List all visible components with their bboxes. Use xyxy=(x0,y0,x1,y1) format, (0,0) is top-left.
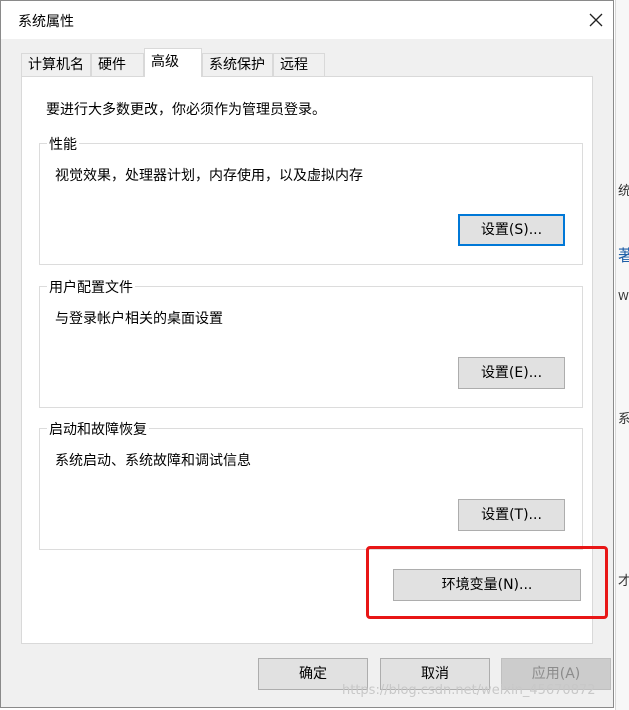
tab-hardware[interactable]: 硬件 xyxy=(91,53,144,76)
startup-recovery-description: 系统启动、系统故障和调试信息 xyxy=(55,453,251,469)
window-title: 系统属性 xyxy=(18,14,74,30)
performance-settings-button[interactable]: 设置(S)... xyxy=(458,214,565,246)
user-profiles-description: 与登录帐户相关的桌面设置 xyxy=(55,311,223,327)
background-text: 系 xyxy=(618,412,629,427)
watermark-text: https://blog.csdn.net/weixin_45670872 xyxy=(342,683,596,698)
highlight-annotation-box xyxy=(366,546,608,619)
title-bar: 系统属性 xyxy=(1,1,613,39)
tab-computer-name[interactable]: 计算机名 xyxy=(21,53,91,76)
system-properties-dialog: 系统属性 计算机名 硬件 高级 系统保护 远程 要进行大多数更改，你必须作为管理… xyxy=(0,0,614,708)
admin-notice: 要进行大多数更改，你必须作为管理员登录。 xyxy=(46,102,326,118)
close-icon xyxy=(589,13,603,27)
user-profiles-group-label: 用户配置文件 xyxy=(47,277,135,297)
startup-recovery-settings-button[interactable]: 设置(T)... xyxy=(458,499,565,531)
background-text: 著 xyxy=(618,246,629,265)
performance-group xyxy=(39,143,583,265)
close-button[interactable] xyxy=(581,5,611,35)
tab-advanced[interactable]: 高级 xyxy=(144,48,202,77)
user-profiles-group xyxy=(39,286,583,408)
performance-description: 视觉效果，处理器计划，内存使用，以及虚拟内存 xyxy=(55,168,363,184)
background-text: 才 xyxy=(618,574,629,589)
background-text: 统 xyxy=(618,184,629,199)
tab-remote[interactable]: 远程 xyxy=(273,53,325,76)
startup-recovery-group xyxy=(39,428,583,550)
background-window-edge: 统 著 W 系 才 xyxy=(615,0,629,710)
tab-system-protection[interactable]: 系统保护 xyxy=(202,53,273,76)
startup-recovery-group-label: 启动和故障恢复 xyxy=(47,419,149,439)
user-profiles-settings-button[interactable]: 设置(E)... xyxy=(458,357,565,389)
background-text: W xyxy=(618,290,629,303)
performance-group-label: 性能 xyxy=(47,134,79,154)
